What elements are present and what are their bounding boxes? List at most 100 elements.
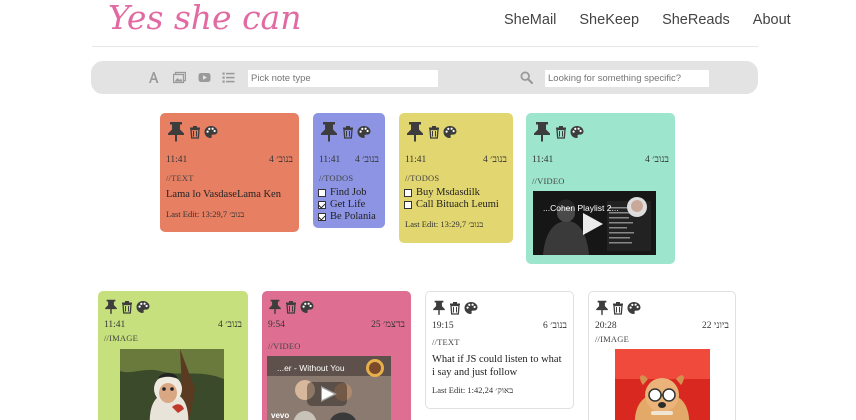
note-last-edit: Last Edit: 13:29,7 בנוב׳	[405, 219, 484, 229]
note-meta: 11:41 בנוב׳ 4	[319, 155, 379, 165]
note-tools	[166, 121, 218, 143]
note-card[interactable]: 11:41 בנוב׳ 4 //IMAGE	[98, 291, 248, 420]
note-type-label: //TODOS	[319, 173, 354, 183]
note-time: 11:41	[104, 320, 126, 330]
trash-icon[interactable]	[189, 125, 201, 139]
pin-icon[interactable]	[268, 299, 282, 315]
todo-checkbox[interactable]	[318, 201, 326, 209]
note-meta: 11:41 בנוב׳ 4	[405, 155, 507, 165]
video-title: ...er - Without You	[277, 363, 345, 373]
note-meta: 11:41 בנוב׳ 4	[104, 320, 242, 330]
video-brand: vevo	[271, 411, 290, 420]
note-card[interactable]: 9:54 בדצמ׳ 25 //VIDEO ...er - Without You…	[262, 291, 411, 420]
todo-checkbox[interactable]	[404, 201, 412, 209]
nav-link-shereads[interactable]: SheReads	[662, 12, 730, 28]
todo-list: Buy Msdasdilk Call Bituach Leumi	[404, 187, 499, 211]
video-embed[interactable]: ...er - Without You vevo	[267, 356, 391, 420]
note-image	[615, 349, 710, 420]
palette-icon[interactable]	[300, 300, 314, 314]
note-card[interactable]: 19:15 בנוב׳ 6 //TEXT What if JS could lis…	[425, 291, 574, 409]
todo-label: Be Polania	[330, 211, 376, 222]
trash-icon[interactable]	[285, 300, 297, 314]
trash-icon[interactable]	[428, 125, 440, 139]
note-date: ביוני 22	[702, 321, 729, 331]
note-type-label: //TODOS	[405, 173, 440, 183]
note-last-edit: Last Edit: 13:29,7 בנוב׳	[166, 209, 245, 219]
video-embed[interactable]: ...Cohen Playlist 2...	[533, 191, 656, 255]
note-time: 19:15	[432, 321, 454, 331]
note-meta: 11:41 בנוב׳ 4	[166, 155, 293, 165]
note-card[interactable]: 20:28 ביוני 22 //IMAGE	[588, 291, 736, 420]
note-image	[120, 349, 224, 420]
todo-label: Buy Msdasdilk	[416, 187, 480, 198]
filter-toolbar	[91, 61, 758, 94]
pin-icon[interactable]	[432, 300, 446, 316]
note-date: בנוב׳ 4	[218, 320, 242, 330]
note-text[interactable]: What if JS could listen to what i say an…	[432, 353, 567, 379]
todo-checkbox[interactable]	[318, 189, 326, 197]
trash-icon[interactable]	[555, 125, 567, 139]
note-meta: 20:28 ביוני 22	[595, 321, 729, 331]
note-tools	[268, 299, 314, 315]
note-type-input[interactable]	[248, 70, 438, 87]
todo-checkbox[interactable]	[404, 189, 412, 197]
video-type-icon[interactable]	[198, 71, 211, 84]
note-card[interactable]: 11:41 בנוב׳ 4 //VIDEO ...Cohen Playlist 2…	[526, 113, 675, 264]
trash-icon[interactable]	[121, 300, 133, 314]
text-type-icon[interactable]	[147, 71, 160, 84]
note-card[interactable]: 11:41 בנוב׳ 4 //TODOS Buy Msdasdilk Call …	[399, 113, 513, 243]
note-time: 20:28	[595, 321, 617, 331]
nav-link-shekeep[interactable]: SheKeep	[579, 12, 639, 28]
palette-icon[interactable]	[204, 125, 218, 139]
note-time: 11:41	[532, 155, 554, 165]
note-type-label: //VIDEO	[532, 176, 565, 186]
todo-checkbox[interactable]	[318, 213, 326, 221]
palette-icon[interactable]	[627, 301, 641, 315]
note-tools	[405, 121, 457, 143]
note-card[interactable]: 11:41 בנוב׳ 4 //TEXT Lama lo VasdaseLama …	[160, 113, 299, 232]
trash-icon[interactable]	[449, 301, 461, 315]
trash-icon[interactable]	[342, 125, 354, 139]
nav-link-shemail[interactable]: SheMail	[504, 12, 556, 28]
note-tools	[319, 121, 371, 143]
todo-list: Find Job Get Life Be Polania	[318, 187, 376, 223]
pin-icon[interactable]	[166, 121, 186, 143]
monkey-image	[120, 349, 224, 420]
note-card[interactable]: 11:41 בנוב׳ 4 //TODOS Find Job Get Life B…	[313, 113, 385, 228]
video-thumbnail	[533, 191, 656, 255]
note-time: 11:41	[166, 155, 188, 165]
note-type-label: //TEXT	[166, 173, 194, 183]
header-divider	[92, 46, 758, 47]
search-input[interactable]	[545, 70, 709, 87]
note-date: בנוב׳ 4	[269, 155, 293, 165]
pin-icon[interactable]	[595, 300, 609, 316]
note-time: 11:41	[319, 155, 341, 165]
list-type-icon[interactable]	[222, 71, 235, 84]
todo-item[interactable]: Get Life	[318, 199, 376, 211]
todo-label: Find Job	[330, 187, 367, 198]
palette-icon[interactable]	[357, 125, 371, 139]
todo-item[interactable]: Call Bituach Leumi	[404, 199, 499, 211]
palette-icon[interactable]	[570, 125, 584, 139]
nav-link-about[interactable]: About	[753, 12, 791, 28]
note-text[interactable]: Lama lo VasdaseLama Ken	[166, 188, 293, 201]
image-type-icon[interactable]	[173, 71, 186, 84]
pin-icon[interactable]	[104, 299, 118, 315]
todo-item[interactable]: Be Polania	[318, 211, 376, 223]
note-type-label: //IMAGE	[104, 333, 138, 343]
palette-icon[interactable]	[443, 125, 457, 139]
note-type-label: //VIDEO	[268, 341, 301, 351]
note-date: בדצמ׳ 25	[371, 320, 405, 330]
todo-item[interactable]: Find Job	[318, 187, 376, 199]
palette-icon[interactable]	[464, 301, 478, 315]
trash-icon[interactable]	[612, 301, 624, 315]
todo-item[interactable]: Buy Msdasdilk	[404, 187, 499, 199]
video-title: ...Cohen Playlist 2...	[543, 203, 619, 213]
note-date: בנוב׳ 6	[543, 321, 567, 331]
pin-icon[interactable]	[532, 121, 552, 143]
logo[interactable]: Yes she can	[108, 0, 302, 37]
search-icon[interactable]	[520, 71, 533, 84]
pin-icon[interactable]	[319, 121, 339, 143]
palette-icon[interactable]	[136, 300, 150, 314]
pin-icon[interactable]	[405, 121, 425, 143]
